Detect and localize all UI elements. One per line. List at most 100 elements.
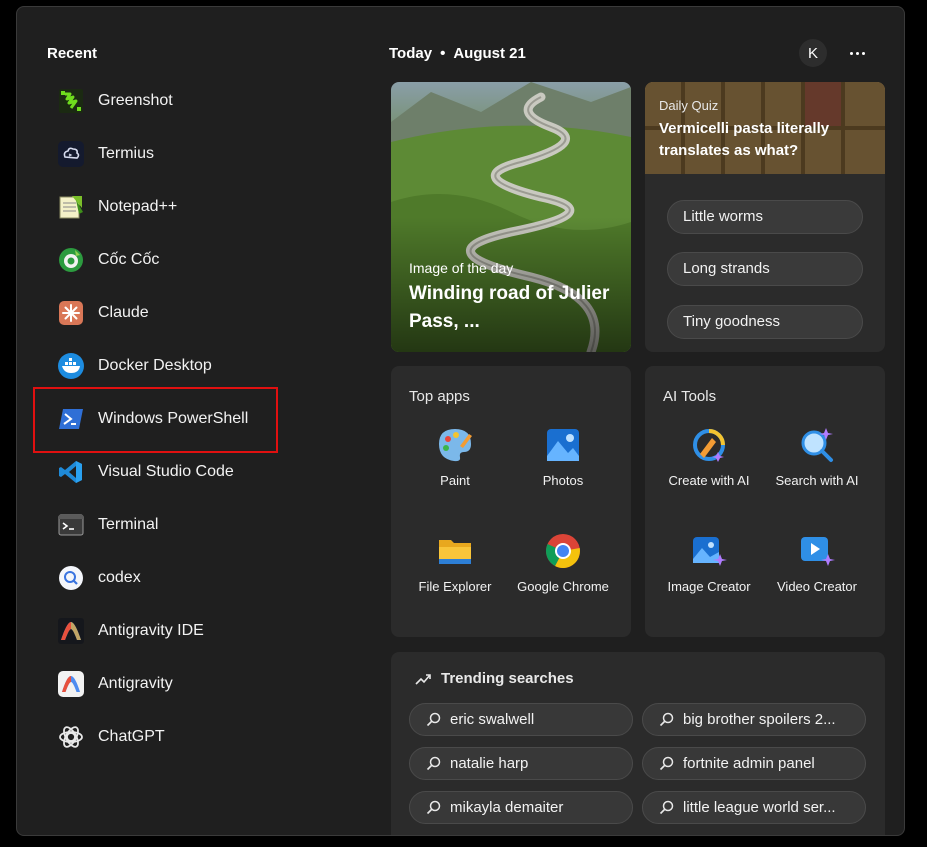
recent-item-antigravity[interactable]: Antigravity: [47, 658, 347, 711]
app-label: Image Creator: [667, 579, 751, 594]
app-label: Search with AI: [775, 473, 859, 488]
today-label: Today: [389, 45, 433, 62]
trending-arrow-icon: [415, 674, 431, 685]
top-app-file-explorer[interactable]: File Explorer: [401, 532, 509, 596]
trending-search-chip[interactable]: eric swalwell: [409, 703, 633, 736]
image-of-the-day-card[interactable]: Image of the day Winding road of Julier …: [391, 82, 631, 352]
recent-item-label: Antigravity: [98, 675, 173, 692]
recent-item-coccoc[interactable]: Cốc Cốc: [47, 234, 347, 287]
search-icon: [659, 800, 674, 815]
paint-icon: [439, 429, 472, 462]
recent-item-greenshot[interactable]: Greenshot: [47, 75, 347, 128]
ai-tool-search[interactable]: Search with AI: [763, 426, 871, 490]
today-header: Today • August 21: [389, 45, 526, 62]
search-icon: [659, 712, 674, 727]
top-app-photos[interactable]: Photos: [509, 426, 617, 490]
recent-item-notepadpp[interactable]: Notepad++: [47, 181, 347, 234]
trending-search-text: fortnite admin panel: [683, 755, 815, 772]
photos-icon: [547, 429, 579, 461]
trending-search-chip[interactable]: big brother spoilers 2...: [642, 703, 866, 736]
chatgpt-icon: [59, 726, 83, 748]
antigravity-ide-icon: [58, 618, 84, 644]
ai-tools-tile: AI Tools Create with AI Search with AI I…: [645, 366, 885, 637]
greenshot-icon: [59, 89, 83, 113]
recent-item-label: Greenshot: [98, 92, 173, 109]
image-of-day-title: Winding road of Julier Pass, ...: [409, 283, 610, 332]
ai-tool-create[interactable]: Create with AI: [655, 426, 763, 490]
trending-searches-tile: Trending searches eric swalwell big brot…: [391, 652, 885, 835]
app-label: Paint: [440, 473, 470, 488]
ai-tool-image-creator[interactable]: Image Creator: [655, 532, 763, 596]
recent-item-label: ChatGPT: [98, 728, 165, 745]
trending-search-chip[interactable]: little league world ser...: [642, 791, 866, 824]
ai-tool-video-creator[interactable]: Video Creator: [763, 532, 871, 596]
recent-item-label: Cốc Cốc: [98, 251, 160, 268]
recent-item-terminal[interactable]: Terminal: [47, 499, 347, 552]
trending-search-chip[interactable]: mikayla demaiter: [409, 791, 633, 824]
search-icon: [426, 800, 441, 815]
recent-item-claude[interactable]: Claude: [47, 287, 347, 340]
codex-icon: [59, 566, 83, 590]
recent-item-label: Docker Desktop: [98, 357, 212, 374]
date-label: August 21: [453, 45, 526, 62]
video-creator-icon: [801, 537, 835, 566]
ai-tools-title: AI Tools: [663, 388, 717, 405]
trending-search-chip[interactable]: natalie harp: [409, 747, 633, 780]
notepadpp-icon: [59, 196, 83, 219]
date-separator: •: [440, 45, 446, 62]
app-label: Photos: [542, 473, 584, 488]
quiz-question: Vermicelli pasta literally translates as…: [659, 120, 830, 159]
search-icon: [659, 756, 674, 771]
recent-item-termius[interactable]: Termius: [47, 128, 347, 181]
trending-search-text: mikayla demaiter: [450, 799, 564, 816]
avatar[interactable]: K: [799, 39, 827, 67]
app-label: Video Creator: [777, 579, 857, 594]
trending-search-chip[interactable]: fortnite admin panel: [642, 747, 866, 780]
vscode-icon: [59, 461, 82, 483]
claude-icon: [59, 301, 83, 325]
recent-item-docker[interactable]: Docker Desktop: [47, 340, 347, 393]
recent-item-vscode[interactable]: Visual Studio Code: [47, 446, 347, 499]
top-app-paint[interactable]: Paint: [401, 426, 509, 490]
termius-icon: [58, 141, 84, 167]
trending-search-text: eric swalwell: [450, 711, 535, 728]
quiz-option[interactable]: Little worms: [667, 200, 863, 234]
top-app-chrome[interactable]: Google Chrome: [509, 532, 617, 596]
app-label: Google Chrome: [517, 579, 609, 594]
more-options-icon[interactable]: [843, 39, 871, 67]
trending-search-text: natalie harp: [450, 755, 529, 772]
terminal-icon: [58, 514, 84, 536]
app-label: File Explorer: [418, 579, 492, 594]
file-explorer-icon: [439, 540, 471, 564]
recent-item-label: Claude: [98, 304, 149, 321]
recent-heading: Recent: [47, 45, 98, 62]
recent-item-label: Termius: [98, 145, 155, 162]
quiz-option[interactable]: Tiny goodness: [667, 305, 863, 339]
coccoc-icon: [59, 248, 83, 272]
daily-quiz-card: Daily Quiz Vermicelli pasta literally tr…: [645, 82, 885, 352]
app-label: Create with AI: [668, 473, 750, 488]
recent-item-chatgpt[interactable]: ChatGPT: [47, 711, 347, 764]
recent-item-label: Terminal: [98, 516, 159, 533]
recent-item-label: Antigravity IDE: [98, 622, 204, 639]
recent-item-label: codex: [98, 569, 141, 586]
top-apps-title: Top apps: [409, 388, 470, 405]
top-apps-tile: Top apps Paint Photos File Explorer Goog…: [391, 366, 631, 637]
quiz-option[interactable]: Long strands: [667, 252, 863, 286]
trending-search-text: little league world ser...: [683, 799, 836, 816]
powershell-highlight-box: [33, 387, 278, 453]
antigravity-icon: [58, 671, 84, 697]
quiz-kicker: Daily Quiz: [659, 98, 719, 113]
docker-icon: [58, 353, 84, 379]
start-menu-panel: Recent Greenshot Termius Notepad++ Cốc C…: [16, 6, 905, 836]
image-creator-icon: [693, 537, 727, 566]
recent-item-label: Notepad++: [98, 198, 178, 215]
image-of-day-kicker: Image of the day: [409, 260, 514, 276]
recent-item-label: Visual Studio Code: [98, 463, 234, 480]
search-icon: [426, 756, 441, 771]
search-ai-icon: [801, 428, 833, 462]
trending-search-text: big brother spoilers 2...: [683, 711, 836, 728]
recent-item-antigravity-ide[interactable]: Antigravity IDE: [47, 605, 347, 658]
recent-item-codex[interactable]: codex: [47, 552, 347, 605]
search-icon: [426, 712, 441, 727]
